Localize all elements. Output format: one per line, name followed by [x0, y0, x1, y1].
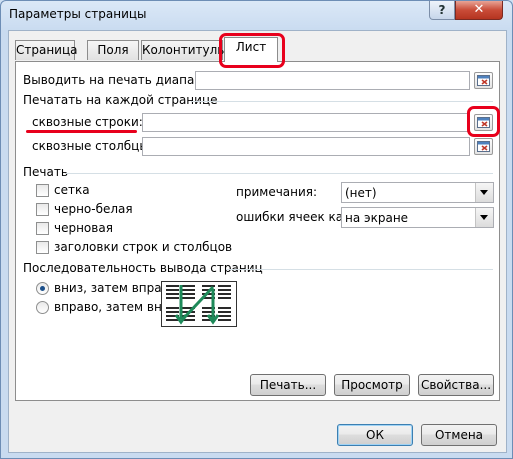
sheet-tab-highlight — [219, 33, 285, 68]
separator — [191, 101, 493, 102]
columns-to-repeat-label: сквозные столбцы: — [32, 139, 153, 153]
columns-to-repeat-input[interactable] — [142, 137, 470, 156]
rows-to-repeat-label: сквозные строки: — [32, 115, 143, 129]
gridlines-checkbox[interactable] — [36, 184, 49, 197]
comments-value: (нет) — [345, 186, 377, 200]
help-button[interactable]: ? — [429, 1, 455, 20]
dialog-body: Страница Поля Колонтитулы Лист Выводить … — [8, 30, 507, 453]
gridlines-label: сетка — [54, 183, 90, 197]
over-then-down-label: вправо, затем вниз — [54, 300, 177, 314]
chevron-down-icon[interactable] — [475, 208, 493, 227]
print-button[interactable]: Печать... — [250, 374, 326, 396]
title-bar[interactable]: Параметры страницы ? ✕ — [1, 1, 512, 29]
print-group-label: Печать — [23, 165, 68, 179]
range-select-icon — [477, 75, 490, 86]
print-area-label: Выводить на печать диапазон: — [23, 73, 220, 87]
rows-to-repeat-input[interactable] — [142, 113, 470, 132]
black-white-checkbox[interactable] — [36, 203, 49, 216]
rows-underline-highlight — [26, 130, 137, 133]
tab-page[interactable]: Страница — [15, 40, 78, 60]
columns-range-picker[interactable] — [474, 138, 493, 155]
tab-margins[interactable]: Поля — [87, 40, 139, 60]
page-setup-dialog: Параметры страницы ? ✕ Страница Поля Кол… — [0, 0, 513, 459]
page-order-preview-icon — [161, 281, 237, 327]
ok-button[interactable]: ОК — [337, 424, 413, 446]
print-area-input[interactable] — [195, 71, 470, 90]
window-title: Параметры страницы — [9, 7, 147, 21]
headings-checkbox[interactable] — [36, 241, 49, 254]
draft-checkbox[interactable] — [36, 222, 49, 235]
close-button[interactable]: ✕ — [455, 1, 503, 20]
black-white-label: черно-белая — [54, 202, 133, 216]
cancel-button[interactable]: Отмена — [421, 424, 497, 446]
cell-errors-label: ошибки ячеек как: — [236, 210, 355, 224]
over-then-down-radio[interactable] — [36, 301, 49, 314]
range-select-icon — [477, 141, 490, 152]
comments-label: примечания: — [236, 185, 318, 199]
cell-errors-value: на экране — [345, 211, 409, 225]
headings-label: заголовки строк и столбцов — [54, 240, 233, 254]
print-area-range-picker[interactable] — [474, 72, 493, 89]
page-order-group-label: Последовательность вывода страниц — [23, 261, 263, 275]
down-then-over-radio[interactable] — [36, 282, 49, 295]
options-button[interactable]: Свойства... — [418, 374, 494, 396]
comments-select[interactable]: (нет) — [341, 182, 494, 203]
separator — [226, 269, 493, 270]
chevron-down-icon[interactable] — [475, 183, 493, 202]
draft-label: черновая — [54, 221, 113, 235]
preview-button[interactable]: Просмотр — [334, 374, 410, 396]
print-titles-group-label: Печатать на каждой странице — [23, 93, 218, 107]
down-then-over-label: вниз, затем вправо — [54, 281, 177, 295]
separator — [66, 173, 493, 174]
sheet-tab-panel: Выводить на печать диапазон: Печатать на… — [15, 61, 500, 401]
tab-header-footer[interactable]: Колонтитулы — [141, 40, 227, 60]
cell-errors-select[interactable]: на экране — [341, 207, 494, 228]
rows-picker-highlight — [467, 106, 500, 137]
